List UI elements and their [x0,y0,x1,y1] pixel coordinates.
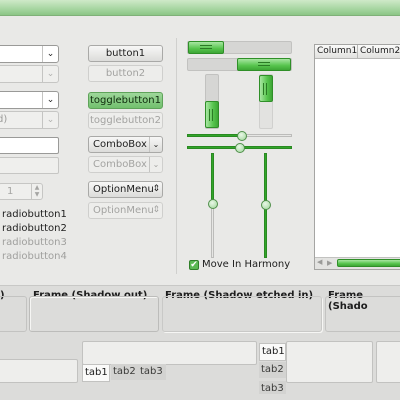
tab-3[interactable]: tab3 [259,381,286,394]
column-header-2[interactable]: Column2 [358,45,400,59]
tab-2[interactable]: tab2 [259,362,286,378]
combo-entry-3[interactable]: ⌄ [0,91,59,109]
progress-bar-v2 [259,74,273,129]
notebook-0-page [0,359,78,383]
option-menu-2-disabled: OptionMenu ⇕ [88,202,163,219]
scroll-right-icon[interactable]: ▶ [327,259,332,267]
option-menu-label: OptionMenu [93,205,154,216]
spin-value: 1 [7,186,14,197]
checkbox-label: Move In Harmony [202,259,291,270]
tab-2[interactable]: tab2 [111,364,138,380]
button1[interactable]: button1 [88,45,163,62]
progress-bar-fill [259,75,273,102]
column-separator [176,38,177,274]
vscale-1[interactable] [208,153,218,258]
progress-bar-fill [188,41,224,54]
frame-etched-in [162,296,322,332]
grip-icon [258,62,270,66]
checkbox-checked-icon[interactable]: ✔ [189,260,199,270]
spin-up-icon: ▲ [34,184,40,191]
spin-button: 1 ▲ ▼ [0,183,43,200]
radio-button-2[interactable]: radiobutton2 [2,223,67,234]
chevron-down-icon: ⌄ [42,66,58,82]
updown-arrow-icon: ⇕ [152,184,160,194]
progress-bar-v1 [205,74,219,129]
scale-knob[interactable] [208,199,218,209]
notebook-2-page [286,341,373,383]
hscale-2[interactable] [187,143,292,153]
scale-fill [187,134,241,137]
combo-entry-4-disabled: d) ⌄ [0,111,59,129]
tree-view[interactable]: Column1 Column2 ◀ ▶ [314,44,400,270]
tab-3[interactable]: tab3 [138,364,166,380]
tab-1[interactable]: tab1 [82,364,110,382]
lower-area: ) Frame (Shadow out) Frame (Shadow etche… [0,285,400,400]
updown-arrow-icon: ⇕ [152,205,160,215]
grip-icon [209,108,213,121]
option-menu-label: OptionMenu [93,184,154,195]
widget-panel: ⌄ ⌄ ⌄ d) ⌄ 1 ▲ ▼ radiobutton1 radiobutto… [0,16,400,285]
frame-4 [325,296,400,332]
option-menu-1[interactable]: OptionMenu ⇕ [88,181,163,198]
scale-trough [211,203,214,258]
combo-entry-1[interactable]: ⌄ [0,45,59,63]
window-titlebar [0,0,400,16]
combo-entry-2-disabled: ⌄ [0,65,59,83]
scale-trough [241,134,292,137]
frame-1 [0,296,27,332]
chevron-down-icon: ⌄ [149,157,162,172]
progress-bar-fill [237,58,291,71]
button2-disabled: button2 [88,65,163,82]
chevron-down-icon[interactable]: ⌄ [42,46,58,62]
combo-box-2-disabled: ComboBox ⌄ [88,156,163,173]
scale-knob[interactable] [235,143,245,153]
scale-fill [211,153,214,203]
grip-icon [200,45,212,49]
radio-button-1[interactable]: radiobutton1 [2,209,67,220]
text-entry-2-disabled [0,157,59,174]
grip-icon [263,82,267,95]
notebook-3-page [376,341,400,383]
tab-1[interactable]: tab1 [259,343,286,361]
scroll-left-icon[interactable]: ◀ [317,258,322,266]
scale-knob[interactable] [237,131,247,141]
spin-arrows: ▲ ▼ [31,184,42,199]
scale-knob[interactable] [261,200,271,210]
progress-bar-h1 [187,41,292,54]
combo-entry-text: d) [0,114,8,125]
horizontal-scrollbar[interactable]: ◀ ▶ [315,257,400,269]
chevron-down-icon[interactable]: ⌄ [149,137,162,152]
chevron-down-icon[interactable]: ⌄ [42,92,58,108]
combo-box-1[interactable]: ComboBox ⌄ [88,136,163,153]
spin-down-icon: ▼ [34,191,40,198]
progress-bar-h2 [187,58,292,71]
chevron-down-icon: ⌄ [42,112,58,128]
radio-button-4-disabled: radiobutton4 [2,251,67,262]
radio-button-3-disabled: radiobutton3 [2,237,67,248]
column-header-1[interactable]: Column1 [315,45,358,59]
hscale-1[interactable] [187,131,292,141]
combo-box-label: ComboBox [93,139,147,150]
combo-box-label: ComboBox [93,159,147,170]
toggle-button-1[interactable]: togglebutton1 [88,92,163,109]
progress-bar-fill [205,101,219,128]
vscale-2[interactable] [261,153,271,258]
toggle-button-2-disabled: togglebutton2 [88,112,163,129]
frame-shadow-out [29,296,159,332]
text-entry-1[interactable] [0,137,59,154]
scrollbar-thumb[interactable] [337,259,400,267]
notebook-1-page [82,341,257,365]
